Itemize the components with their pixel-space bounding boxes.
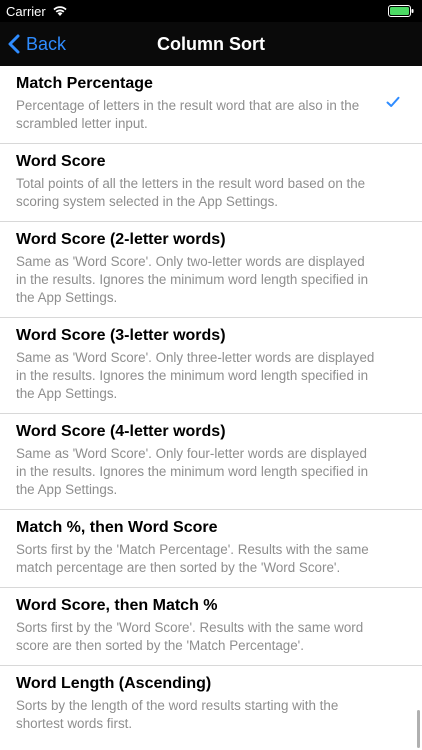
list-item-word-score-3-letter[interactable]: Word Score (3-letter words) Same as 'Wor… xyxy=(0,318,422,414)
back-button[interactable]: Back xyxy=(8,22,66,66)
item-description: Same as 'Word Score'. Only two-letter wo… xyxy=(16,254,369,305)
list-item-match-then-score[interactable]: Match %, then Word Score Sorts first by … xyxy=(0,510,422,588)
item-description: Sorts first by the 'Word Score'. Results… xyxy=(16,620,364,653)
item-title: Word Score xyxy=(16,153,106,170)
sort-options-list: Match Percentage Percentage of letters i… xyxy=(0,66,422,743)
item-title: Word Score (2-letter words) xyxy=(16,231,226,248)
list-item-word-length-ascending[interactable]: Word Length (Ascending) Sorts by the len… xyxy=(0,666,422,743)
item-title: Word Score, then Match % xyxy=(16,597,218,614)
wifi-icon xyxy=(53,6,67,16)
item-description: Sorts by the length of the word results … xyxy=(16,698,339,731)
item-title: Word Score (4-letter words) xyxy=(16,423,226,440)
item-description: Same as 'Word Score'. Only three-letter … xyxy=(16,350,375,401)
battery-icon xyxy=(388,5,414,17)
item-description: Percentage of letters in the result word… xyxy=(16,98,360,131)
list-item-word-score-4-letter[interactable]: Word Score (4-letter words) Same as 'Wor… xyxy=(0,414,422,510)
list-item-match-percentage[interactable]: Match Percentage Percentage of letters i… xyxy=(0,66,422,144)
list-item-word-score[interactable]: Word Score Total points of all the lette… xyxy=(0,144,422,222)
carrier-label: Carrier xyxy=(6,4,46,19)
list-item-word-score-2-letter[interactable]: Word Score (2-letter words) Same as 'Wor… xyxy=(0,222,422,318)
item-description: Total points of all the letters in the r… xyxy=(16,176,366,209)
chevron-left-icon xyxy=(8,34,20,54)
checkmark-icon xyxy=(386,96,400,107)
item-description: Same as 'Word Score'. Only four-letter w… xyxy=(16,446,369,497)
scroll-indicator[interactable] xyxy=(417,710,420,748)
item-title: Match Percentage xyxy=(16,75,153,92)
item-title: Word Score (3-letter words) xyxy=(16,327,226,344)
back-label: Back xyxy=(26,33,67,54)
item-title: Word Length (Ascending) xyxy=(16,675,212,692)
navigation-bar: Back Column Sort xyxy=(0,22,422,66)
list-item-score-then-match[interactable]: Word Score, then Match % Sorts first by … xyxy=(0,588,422,666)
item-title: Match %, then Word Score xyxy=(16,519,218,536)
item-description: Sorts first by the 'Match Percentage'. R… xyxy=(16,542,369,575)
status-bar: Carrier xyxy=(0,0,422,22)
